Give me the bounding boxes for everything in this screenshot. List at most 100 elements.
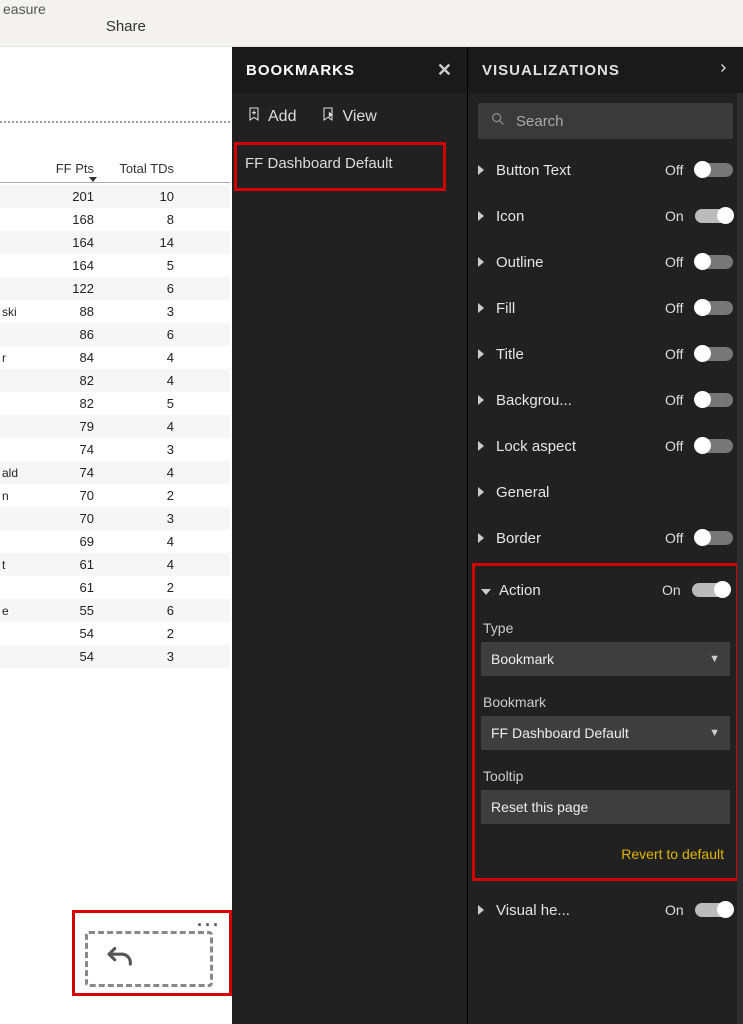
format-border[interactable]: Border Off [478,515,733,561]
cell-ffpts: 69 [30,534,100,549]
toggle-state: Off [665,300,695,316]
chevron-right-icon[interactable] [478,903,496,918]
cell-totaltds: 4 [100,350,180,365]
table-row[interactable]: 612 [0,576,230,599]
table-row[interactable]: 824 [0,369,230,392]
chevron-down-icon: ▼ [709,653,720,665]
table-row[interactable]: 543 [0,645,230,668]
revert-to-default[interactable]: Revert to default [481,846,724,862]
format-visual-header[interactable]: Visual he... On [478,887,733,933]
bookmarks-panel: BOOKMARKS ✕ Add View FF Dashboard Defaul… [232,47,468,1024]
table-row[interactable]: 794 [0,415,230,438]
toggle[interactable] [695,531,733,545]
chevron-right-icon[interactable] [478,347,496,362]
table-row[interactable]: ald744 [0,461,230,484]
table-row[interactable]: e556 [0,599,230,622]
table-row[interactable]: 703 [0,507,230,530]
format-label: Visual he... [496,902,665,919]
format-label: Lock aspect [496,438,665,455]
action-tooltip-input[interactable] [491,799,720,815]
chevron-right-icon[interactable] [478,485,496,500]
format-label: Icon [496,208,665,225]
table-row[interactable]: 20110 [0,185,230,208]
bookmark-view-button[interactable]: View [320,105,376,128]
format-background[interactable]: Backgrou... Off [478,377,733,423]
table-row[interactable]: 694 [0,530,230,553]
format-fill[interactable]: Fill Off [478,285,733,331]
table-row[interactable]: ski883 [0,300,230,323]
toggle[interactable] [695,163,733,177]
table-header-ffpts[interactable]: FF Pts [0,161,100,176]
chevron-right-icon[interactable] [478,439,496,454]
format-general[interactable]: General [478,469,733,515]
table-row[interactable]: n702 [0,484,230,507]
share-button[interactable]: Share [106,18,146,35]
action-tooltip-input-wrap[interactable] [481,790,730,824]
bookmarks-actions: Add View [232,93,467,140]
toggle[interactable] [695,301,733,315]
format-label: General [496,484,733,501]
chevron-down-icon: ▼ [709,727,720,739]
cell-ffpts: 122 [30,281,100,296]
search-input[interactable] [516,113,721,130]
chevron-right-icon[interactable] [478,301,496,316]
action-tooltip-label: Tooltip [483,768,728,784]
action-bookmark-dropdown[interactable]: FF Dashboard Default ▼ [481,716,730,750]
format-icon[interactable]: Icon On [478,193,733,239]
chevron-down-icon[interactable] [481,583,499,598]
chevron-right-icon[interactable] [478,255,496,270]
chevron-right-icon[interactable] [478,209,496,224]
table-row[interactable]: 1226 [0,277,230,300]
toggle-state: Off [665,530,695,546]
bookmark-add-button[interactable]: Add [246,105,296,128]
reset-button-visual[interactable] [85,931,213,987]
table-row[interactable]: 866 [0,323,230,346]
format-list: Button Text Off Icon On Outline Off Fill… [468,147,743,561]
toggle-state: On [665,902,695,918]
cell-name: t [0,558,30,572]
toggle[interactable] [695,347,733,361]
chevron-right-icon[interactable] [478,163,496,178]
chevron-right-icon[interactable] [478,393,496,408]
toggle[interactable] [695,393,733,407]
format-action[interactable]: Action On [481,568,730,612]
toggle[interactable] [692,583,730,597]
cell-ffpts: 86 [30,327,100,342]
table-row[interactable]: 743 [0,438,230,461]
format-list-bottom: Visual he... On [468,887,743,933]
cell-ffpts: 74 [30,465,100,480]
chevron-right-icon[interactable] [717,61,729,79]
table-row[interactable]: r844 [0,346,230,369]
chevron-right-icon[interactable] [478,531,496,546]
search-box[interactable] [478,103,733,139]
format-button-text[interactable]: Button Text Off [478,147,733,193]
table-row[interactable]: 1645 [0,254,230,277]
toggle[interactable] [695,903,733,917]
toggle[interactable] [695,209,733,223]
action-bookmark-label: Bookmark [483,694,728,710]
action-type-dropdown[interactable]: Bookmark ▼ [481,642,730,676]
format-outline[interactable]: Outline Off [478,239,733,285]
toggle-state: Off [665,346,695,362]
table-row[interactable]: 825 [0,392,230,415]
dropdown-value: Bookmark [491,651,554,667]
bookmark-item[interactable]: FF Dashboard Default [245,155,435,172]
cell-ffpts: 74 [30,442,100,457]
toggle-state: Off [665,162,695,178]
table-header-totaltds[interactable]: Total TDs [100,161,180,176]
format-title[interactable]: Title Off [478,331,733,377]
table-row[interactable]: t614 [0,553,230,576]
scrollbar[interactable] [737,93,743,1024]
table-row[interactable]: 542 [0,622,230,645]
ribbon: easure Share [0,0,743,47]
format-lock-aspect[interactable]: Lock aspect Off [478,423,733,469]
cell-ffpts: 164 [30,258,100,273]
cell-totaltds: 14 [100,235,180,250]
toggle[interactable] [695,255,733,269]
table-row[interactable]: 1688 [0,208,230,231]
cell-totaltds: 3 [100,304,180,319]
close-icon[interactable]: ✕ [437,60,453,81]
toggle[interactable] [695,439,733,453]
table-row[interactable]: 16414 [0,231,230,254]
cell-totaltds: 3 [100,442,180,457]
